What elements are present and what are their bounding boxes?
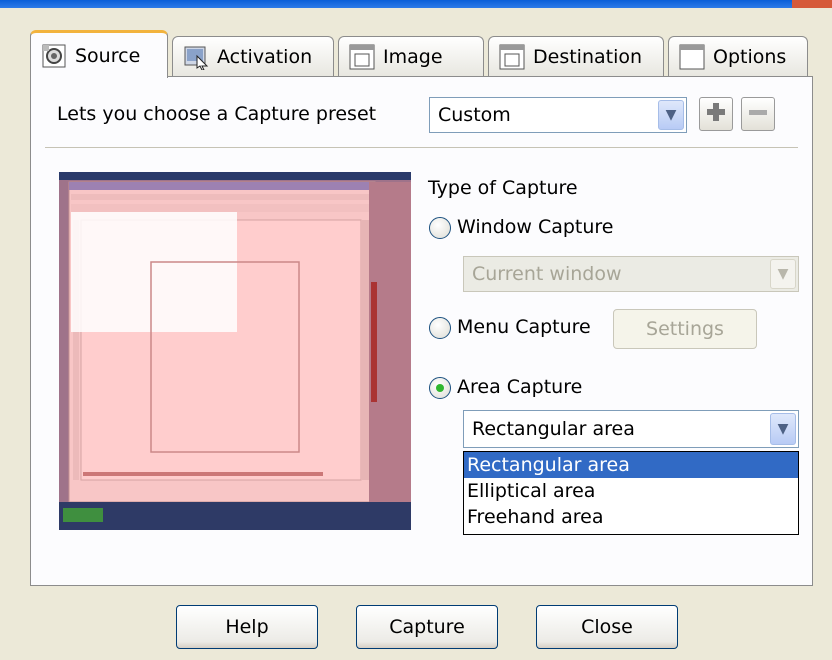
menu-capture-radio[interactable] xyxy=(429,317,451,339)
preset-combo[interactable]: Custom ▼ xyxy=(429,97,687,133)
tab-destination-label: Destination xyxy=(533,45,643,68)
close-button[interactable]: Close xyxy=(536,605,678,649)
capture-button[interactable]: Capture xyxy=(356,605,498,649)
image-icon xyxy=(349,44,375,70)
chevron-down-icon[interactable]: ▼ xyxy=(658,100,684,130)
preset-label: Lets you choose a Capture preset xyxy=(57,103,377,125)
area-shape-dropdown-list: Rectangular area Elliptical area Freehan… xyxy=(463,451,799,535)
capture-preview-image xyxy=(59,172,411,530)
tab-activation-label: Activation xyxy=(217,45,313,68)
tab-source-label: Source xyxy=(75,44,141,67)
menu-settings-button[interactable]: Settings xyxy=(613,309,757,349)
help-button-label: Help xyxy=(225,616,269,638)
tab-activation[interactable]: Activation xyxy=(172,36,334,76)
window-titlebar xyxy=(0,0,832,8)
add-preset-button[interactable] xyxy=(699,97,733,131)
area-shape-value: Rectangular area xyxy=(472,418,635,440)
area-capture-label[interactable]: Area Capture xyxy=(457,376,582,398)
activation-icon xyxy=(183,44,209,70)
tab-destination[interactable]: Destination xyxy=(488,36,664,76)
options-icon xyxy=(679,44,705,70)
tab-image[interactable]: Image xyxy=(338,36,484,76)
camera-icon xyxy=(41,43,67,69)
window-capture-radio[interactable] xyxy=(429,217,451,239)
panel-divider xyxy=(45,147,798,148)
dropdown-option-rectangular[interactable]: Rectangular area xyxy=(464,452,798,478)
close-button-label: Close xyxy=(581,616,633,638)
remove-preset-button[interactable] xyxy=(741,97,775,131)
source-tab-panel: Lets you choose a Capture preset Custom … xyxy=(30,76,813,586)
menu-settings-label: Settings xyxy=(646,318,724,340)
window-capture-label[interactable]: Window Capture xyxy=(457,216,614,238)
chevron-down-icon[interactable]: ▼ xyxy=(770,413,796,445)
dropdown-option-freehand[interactable]: Freehand area xyxy=(464,504,798,530)
window-target-value: Current window xyxy=(472,263,622,285)
tab-source[interactable]: Source xyxy=(30,30,168,78)
minus-icon xyxy=(747,101,769,128)
preset-combo-value: Custom xyxy=(438,104,511,126)
window-target-combo[interactable]: Current window ▼ xyxy=(463,256,799,292)
tab-image-label: Image xyxy=(383,45,443,68)
tab-options-label: Options xyxy=(713,45,787,68)
area-capture-radio[interactable] xyxy=(429,377,451,399)
dropdown-option-elliptical[interactable]: Elliptical area xyxy=(464,478,798,504)
destination-icon xyxy=(499,44,525,70)
tab-options[interactable]: Options xyxy=(668,36,808,76)
capture-type-label: Type of Capture xyxy=(428,177,578,199)
area-shape-combo[interactable]: Rectangular area ▼ xyxy=(463,410,799,448)
help-button[interactable]: Help xyxy=(176,605,318,649)
capture-button-label: Capture xyxy=(389,616,465,638)
menu-capture-label[interactable]: Menu Capture xyxy=(457,316,591,338)
plus-icon xyxy=(705,101,727,128)
chevron-down-icon[interactable]: ▼ xyxy=(770,259,796,289)
titlebar-close-edge[interactable] xyxy=(792,0,832,8)
